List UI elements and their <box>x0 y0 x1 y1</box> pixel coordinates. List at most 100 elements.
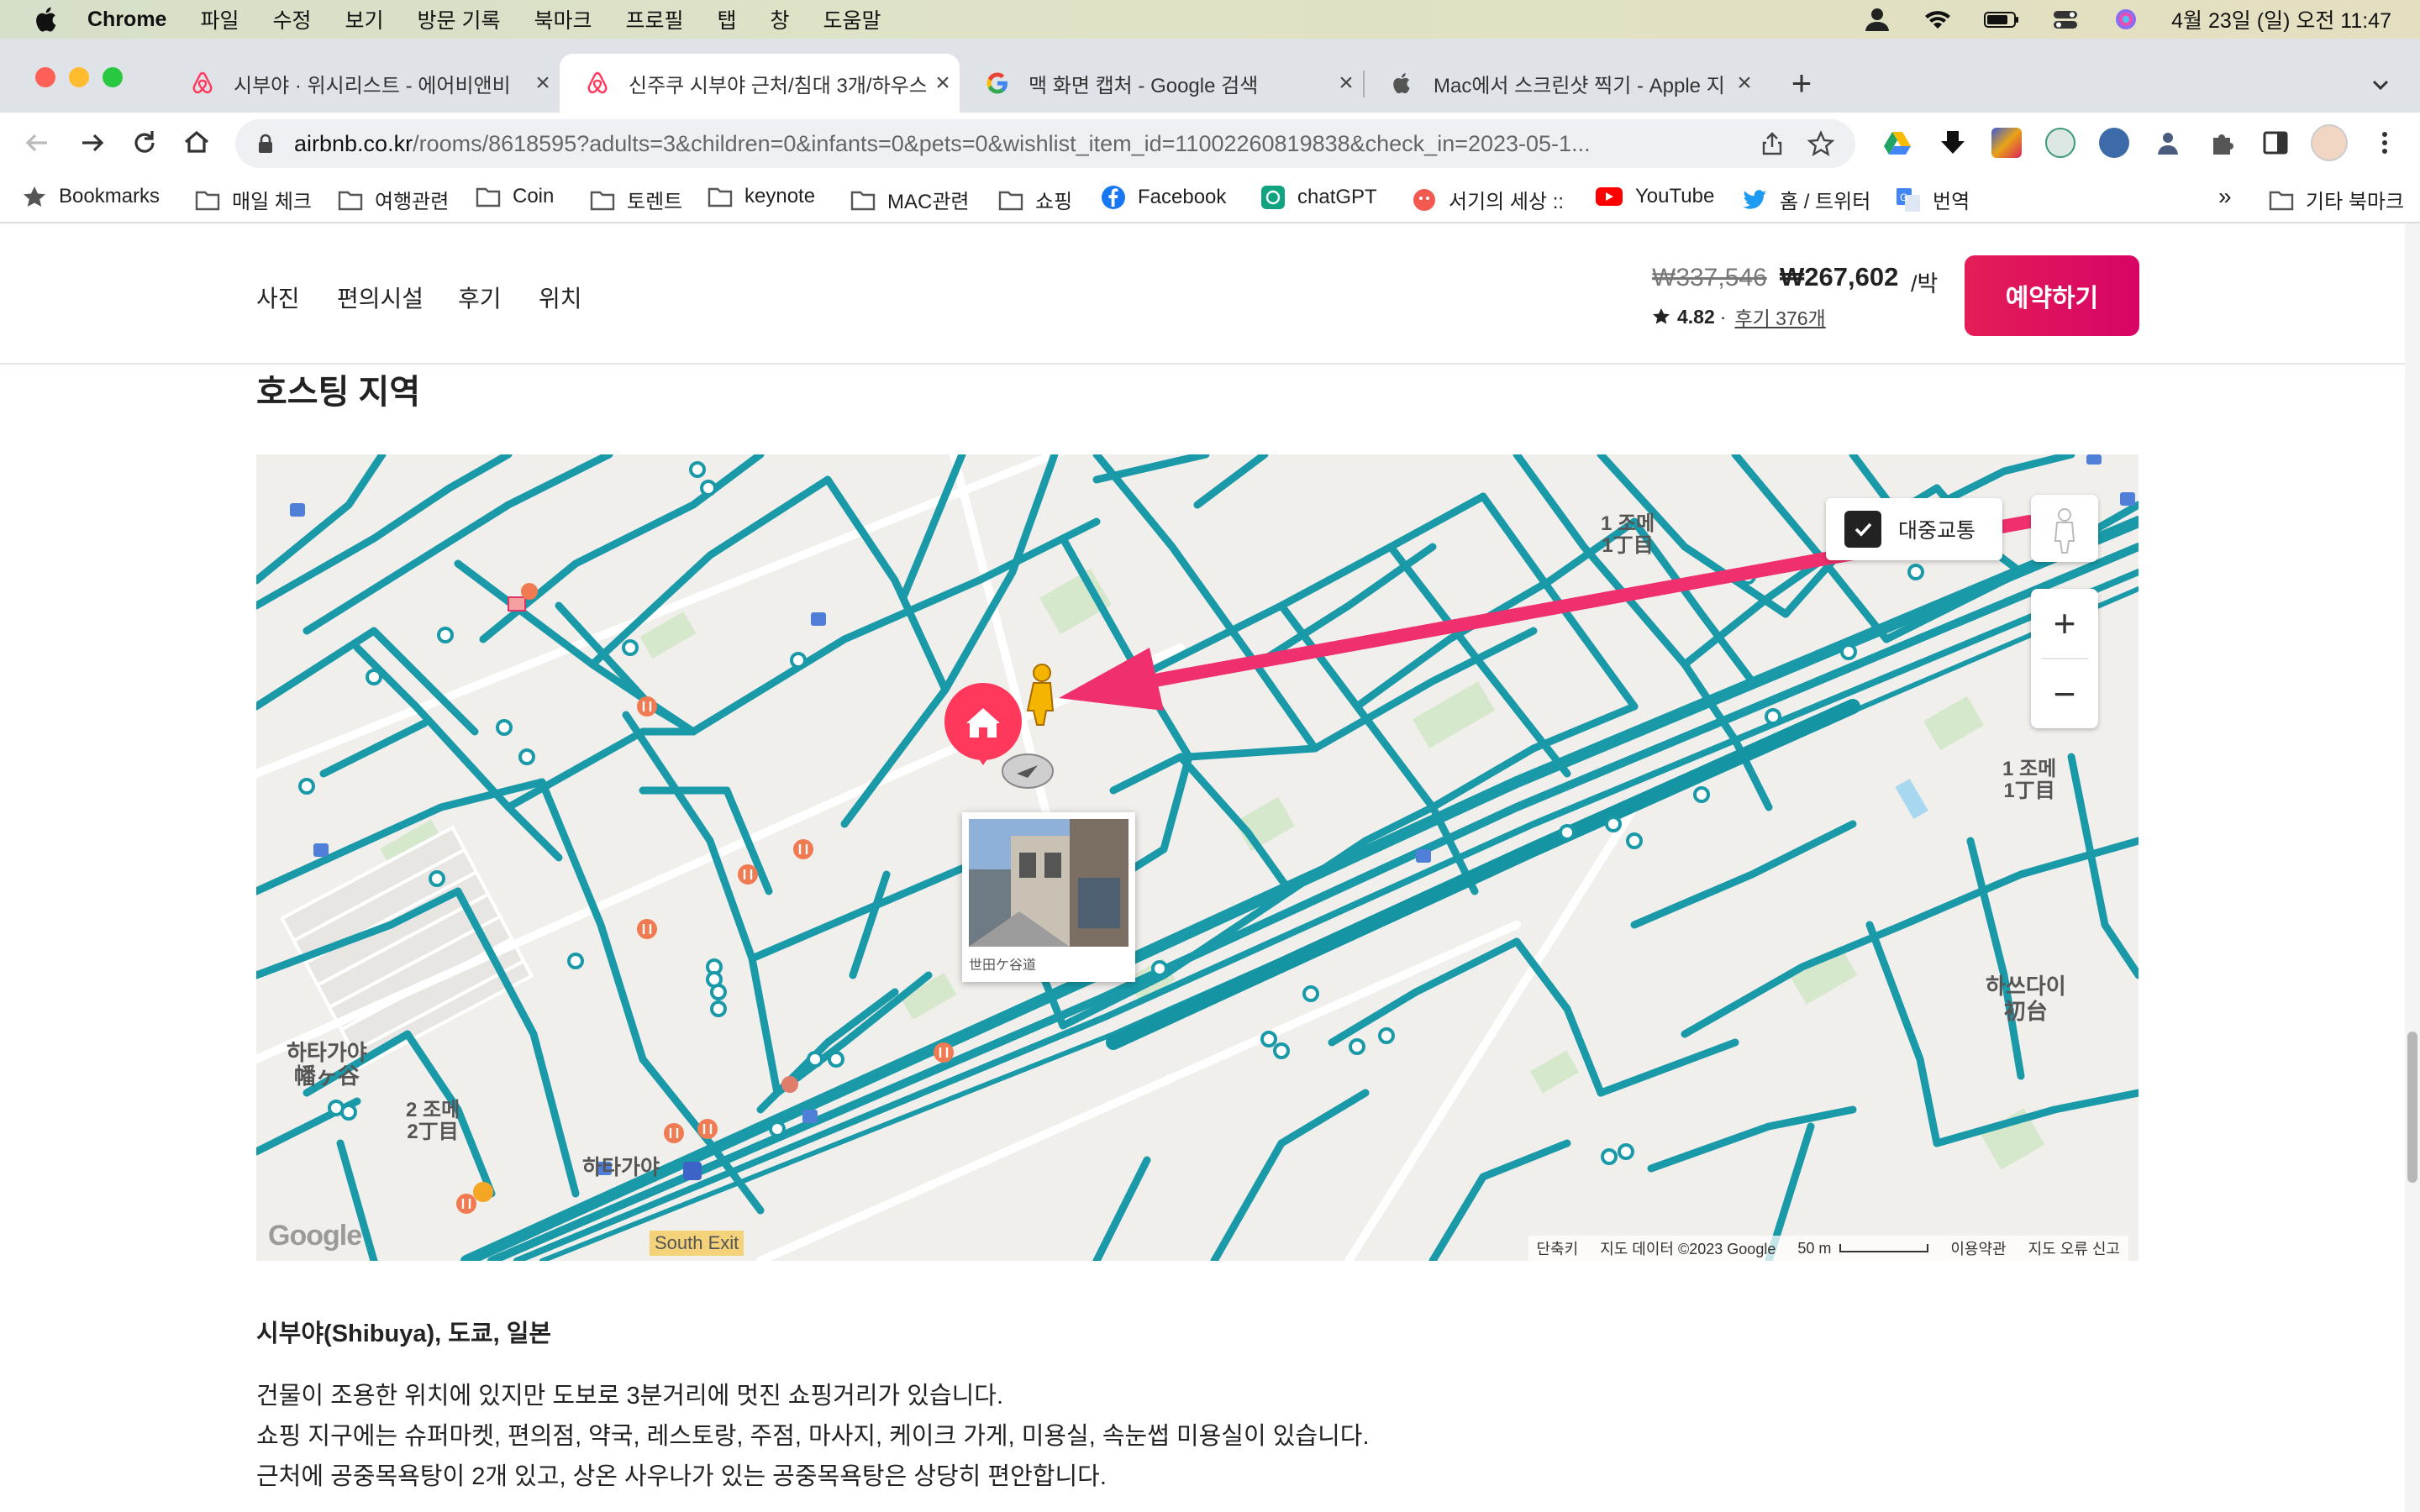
user-extension-icon[interactable] <box>2153 128 2183 158</box>
bookmark-translate[interactable]: G 번역 <box>1896 185 1970 214</box>
reload-icon[interactable] <box>126 124 163 161</box>
reserve-button[interactable]: 예약하기 <box>1965 255 2139 336</box>
window-minimize-button[interactable] <box>69 67 89 87</box>
home-icon[interactable] <box>178 124 215 161</box>
folder-icon <box>476 187 501 207</box>
menu-tab[interactable]: 탭 <box>718 4 737 34</box>
folder-icon <box>998 191 1023 210</box>
tab-close-icon[interactable]: × <box>926 69 960 97</box>
tab-apple-screenshot[interactable]: Mac에서 스크린샷 찍기 - Apple 지 × <box>1365 54 1761 113</box>
checkbox-checked-icon[interactable] <box>1844 511 1881 548</box>
map-label-1chome-right: 1 조메 1丁目 <box>2002 758 2057 802</box>
bookmark-label: YouTube <box>1635 185 1715 207</box>
fingerprint-extension-icon[interactable] <box>2045 128 2075 158</box>
tab-listing[interactable]: 신주쿠 시부야 근처/침대 3개/하우스 × <box>560 54 960 113</box>
map-label-hatagaya-station: 하타가야 <box>582 1156 660 1179</box>
menu-bookmarks[interactable]: 북마크 <box>534 4 592 34</box>
bookmark-facebook[interactable]: Facebook <box>1101 185 1226 210</box>
subnav-reviews[interactable]: 후기 <box>458 281 502 314</box>
siri-icon[interactable] <box>2111 7 2141 32</box>
google-icon <box>986 72 1007 94</box>
profile-avatar[interactable] <box>2311 124 2348 161</box>
map-footer: 단축키 지도 데이터 ©2023 Google 50 m 이용약관 지도 오류 … <box>1528 1236 2128 1261</box>
bookmark-star-icon[interactable] <box>1807 129 1835 158</box>
map-label-2chome: 2 조메 2丁目 <box>406 1099 460 1143</box>
tab-wishlist[interactable]: 시부야 · 위시리스트 - 에어비앤비 × <box>165 54 560 113</box>
google-drive-icon[interactable] <box>1882 128 1912 158</box>
tab-label: 신주쿠 시부야 근처/침대 3개/하우스 <box>629 74 926 97</box>
new-tab-button[interactable]: + <box>1781 64 1822 104</box>
menubar-clock[interactable]: 4월 23일 (일) 오전 11:47 <box>2171 4 2391 34</box>
report-map-error-link[interactable]: 지도 오류 신고 <box>2028 1237 2120 1259</box>
control-center-icon[interactable] <box>2050 7 2081 32</box>
window-zoom-button[interactable] <box>103 67 123 87</box>
menu-file[interactable]: 파일 <box>200 4 239 34</box>
share-icon[interactable] <box>1760 131 1785 156</box>
streetview-thumbnail[interactable] <box>969 819 1128 947</box>
bookmark-twitter[interactable]: 홈 / 트위터 <box>1743 185 1870 214</box>
tab-close-icon[interactable]: × <box>526 69 560 97</box>
subnav-amenities[interactable]: 편의시설 <box>337 281 424 314</box>
window-close-button[interactable] <box>35 67 55 87</box>
bookmark-folder-shopping[interactable]: 쇼핑 <box>998 185 1072 214</box>
zoom-in-button[interactable]: + <box>2031 589 2098 658</box>
tab-search-chevron-icon[interactable] <box>2368 72 2393 97</box>
user-status-icon[interactable] <box>1862 7 1892 32</box>
bookmark-blog[interactable]: 서기의 세상 :: <box>1412 185 1564 214</box>
original-price: ₩337,546 <box>1652 264 1767 291</box>
menu-window[interactable]: 창 <box>771 4 790 34</box>
page-scrollbar-thumb[interactable] <box>2407 1032 2417 1183</box>
bookmark-youtube[interactable]: YouTube <box>1595 185 1714 208</box>
tab-close-icon[interactable]: × <box>1329 69 1363 97</box>
google-map[interactable]: 1 조메 1丁目 1 조메 1丁目 하쓰다이 初台 하타가야 幡ヶ谷 2 조메 … <box>256 454 2139 1261</box>
menu-edit[interactable]: 수정 <box>272 4 311 34</box>
menu-help[interactable]: 도움말 <box>823 4 881 34</box>
zoom-out-button[interactable]: − <box>2031 659 2098 728</box>
menu-profiles[interactable]: 프로필 <box>625 4 683 34</box>
menu-history[interactable]: 방문 기록 <box>418 4 501 34</box>
bookmark-other-folder[interactable]: 기타 북마크 <box>2269 185 2404 214</box>
menu-view[interactable]: 보기 <box>345 4 384 34</box>
bookmark-folder-torrent[interactable]: 토렌트 <box>590 185 682 214</box>
page-scrollbar[interactable] <box>2405 223 2420 1512</box>
bookmark-chatgpt[interactable]: chatGPT <box>1260 185 1377 210</box>
terms-link[interactable]: 이용약관 <box>1950 1237 2006 1259</box>
app-name[interactable]: Chrome <box>87 8 166 32</box>
tab-google-search[interactable]: 맥 화면 캡처 - Google 검색 × <box>960 54 1363 113</box>
bookmark-folder-keynote[interactable]: keynote <box>708 185 815 208</box>
address-bar[interactable]: airbnb.co.kr/rooms/8618595?adults=3&chil… <box>235 119 1855 168</box>
tab-close-icon[interactable]: × <box>1728 69 1761 97</box>
bookmark-bookmarks[interactable]: Bookmarks <box>22 185 160 208</box>
bookmark-folder-travel[interactable]: 여행관련 <box>338 185 449 214</box>
bookmark-label: 여행관련 <box>375 191 450 213</box>
wifi-icon[interactable] <box>1923 7 1953 32</box>
subnav-photos[interactable]: 사진 <box>256 281 300 314</box>
subnav-location[interactable]: 위치 <box>539 281 582 314</box>
back-icon[interactable] <box>18 124 55 161</box>
browser-toolbar: airbnb.co.kr/rooms/8618595?adults=3&chil… <box>0 113 2420 173</box>
download-extension-icon[interactable] <box>1938 128 1968 158</box>
side-panel-icon[interactable] <box>2260 128 2291 158</box>
bookmark-folder-coin[interactable]: Coin <box>476 185 554 208</box>
battery-icon[interactable] <box>1983 7 2020 32</box>
keyboard-shortcuts-link[interactable]: 단축키 <box>1537 1237 1579 1259</box>
apple-menu-icon[interactable] <box>32 4 62 34</box>
colorful-extension-icon[interactable] <box>1991 128 2022 158</box>
forward-icon[interactable] <box>74 124 111 161</box>
section-title: 호스팅 지역 <box>256 374 421 411</box>
bookmark-label: Bookmarks <box>59 185 160 207</box>
puzzle-extensions-icon[interactable] <box>2207 128 2237 158</box>
bookmark-folder-mac[interactable]: MAC관련 <box>850 185 970 214</box>
bookmark-folder-daily[interactable]: 매일 체크 <box>195 185 312 214</box>
transit-toggle[interactable]: 대중교통 <box>1826 498 2002 560</box>
bookmarks-overflow-button[interactable]: » <box>2218 183 2232 210</box>
rating-summary: 4.82 · 후기 376개 <box>1652 302 1826 331</box>
lightning-extension-icon[interactable] <box>2099 128 2129 158</box>
chrome-menu-icon[interactable] <box>2370 128 2400 158</box>
review-count-link[interactable]: 후기 376개 <box>1734 302 1825 331</box>
lock-icon[interactable] <box>254 132 277 155</box>
map-label-hatagaya: 하타가야 幡ヶ谷 <box>287 1040 367 1089</box>
map-scale[interactable]: 50 m <box>1797 1240 1929 1257</box>
streetview-pegman-button[interactable] <box>2031 495 2098 562</box>
streetview-preview-popup[interactable]: 世田ケ谷道 <box>962 812 1135 982</box>
